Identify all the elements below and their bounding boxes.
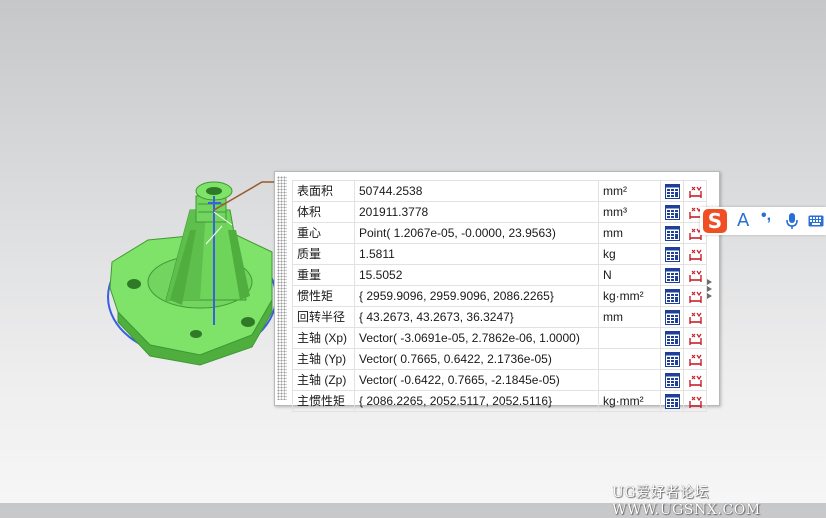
associative-measure-icon[interactable] <box>683 264 707 286</box>
sogou-logo-icon[interactable]: S <box>703 209 727 233</box>
mass-properties-panel: 表面积 50744.2538 mm² 体积 201911.3778 mm³ 重心 Point(… <box>274 171 720 412</box>
ime-language-toggle[interactable]: A <box>737 210 749 231</box>
keyboard-icon[interactable] <box>808 215 824 227</box>
associative-measure-icon[interactable] <box>683 306 707 328</box>
property-value: { 43.2673, 43.2673, 36.3247} <box>354 306 599 328</box>
ime-punctuation-toggle[interactable]: •, <box>761 207 771 225</box>
mass-properties-table: 表面积 50744.2538 mm² 体积 201911.3778 mm³ 重心 Point(… <box>292 180 707 412</box>
property-name: 体积 <box>292 201 355 223</box>
associative-measure-icon[interactable] <box>683 390 707 412</box>
property-name: 表面积 <box>292 180 355 202</box>
calculator-icon[interactable] <box>660 222 684 244</box>
property-row[interactable]: 体积 201911.3778 mm³ <box>292 201 707 223</box>
calculator-icon[interactable] <box>660 243 684 265</box>
property-row[interactable]: 主惯性矩{ 2086.2265, 2052.5117, 2052.5116} kg… <box>292 390 707 412</box>
property-value: Point( 1.2067e-05, -0.0000, 23.9563) <box>354 222 599 244</box>
panel-expand-arrows[interactable] <box>707 279 715 300</box>
property-value: Vector( -3.0691e-05, 2.7862e-06, 1.0000) <box>354 327 599 349</box>
property-value: { 2086.2265, 2052.5117, 2052.5116} <box>354 390 599 412</box>
property-name: 重心 <box>292 222 355 244</box>
property-value: 201911.3778 <box>354 201 599 223</box>
calculator-icon[interactable] <box>660 201 684 223</box>
property-unit[interactable]: mm <box>598 222 661 244</box>
property-name: 主轴 (Zp) <box>292 369 355 391</box>
hole-left <box>127 279 141 289</box>
property-value: 1.5811 <box>354 243 599 265</box>
associative-measure-icon[interactable] <box>683 180 707 202</box>
top-bore <box>206 187 222 195</box>
property-name: 主轴 (Xp) <box>292 327 355 349</box>
ime-toolbar: S A •, <box>700 207 826 235</box>
property-unit[interactable]: kg·mm² <box>598 285 661 307</box>
panel-drag-handle[interactable] <box>277 176 287 400</box>
property-row[interactable]: 主轴 (Xp) Vector( -3.0691e-05, 2.7862e-06, … <box>292 327 707 349</box>
associative-measure-icon[interactable] <box>683 243 707 265</box>
property-row[interactable]: 质量 1.5811 kg <box>292 243 707 265</box>
property-name: 主轴 (Yp) <box>292 348 355 370</box>
property-unit[interactable]: mm³ <box>598 201 661 223</box>
microphone-icon[interactable] <box>784 212 800 230</box>
property-row[interactable]: 主轴 (Yp) Vector( 0.7665, 0.6422, 2.1736e-0… <box>292 348 707 370</box>
property-name: 回转半径 <box>292 306 355 328</box>
associative-measure-icon[interactable] <box>683 327 707 349</box>
calculator-icon[interactable] <box>660 180 684 202</box>
calculator-icon[interactable] <box>660 264 684 286</box>
property-value: { 2959.9096, 2959.9096, 2086.2265} <box>354 285 599 307</box>
hole-right <box>241 317 255 327</box>
associative-measure-icon[interactable] <box>683 348 707 370</box>
property-name: 质量 <box>292 243 355 265</box>
calculator-icon[interactable] <box>660 306 684 328</box>
property-name: 重量 <box>292 264 355 286</box>
property-unit[interactable]: kg·mm² <box>598 390 661 412</box>
property-row[interactable]: 重心 Point( 1.2067e-05, -0.0000, 23.9563) mm <box>292 222 707 244</box>
calculator-icon[interactable] <box>660 369 684 391</box>
calculator-icon[interactable] <box>660 390 684 412</box>
associative-measure-icon[interactable] <box>683 285 707 307</box>
property-value: Vector( -0.6422, 0.7665, -2.1845e-05) <box>354 369 599 391</box>
property-name: 惯性矩 <box>292 285 355 307</box>
property-unit[interactable]: mm² <box>598 180 661 202</box>
associative-measure-icon[interactable] <box>683 369 707 391</box>
property-name: 主惯性矩 <box>292 390 355 412</box>
calculator-icon[interactable] <box>660 285 684 307</box>
property-unit[interactable] <box>598 369 661 391</box>
property-unit[interactable] <box>598 327 661 349</box>
property-row[interactable]: 回转半径{ 43.2673, 43.2673, 36.3247} mm <box>292 306 707 328</box>
property-unit[interactable]: kg <box>598 243 661 265</box>
property-row[interactable]: 主轴 (Zp) Vector( -0.6422, 0.7665, -2.1845e… <box>292 369 707 391</box>
property-value: Vector( 0.7665, 0.6422, 2.1736e-05) <box>354 348 599 370</box>
forum-watermark: UG爱好者论坛 WWW.UGSNX.COM <box>612 485 761 518</box>
property-unit[interactable] <box>598 348 661 370</box>
property-value: 15.5052 <box>354 264 599 286</box>
property-unit[interactable]: mm <box>598 306 661 328</box>
property-unit[interactable]: N <box>598 264 661 286</box>
property-row[interactable]: 重量 15.5052 N <box>292 264 707 286</box>
calculator-icon[interactable] <box>660 348 684 370</box>
property-row[interactable]: 惯性矩{ 2959.9096, 2959.9096, 2086.2265} kg·… <box>292 285 707 307</box>
property-value: 50744.2538 <box>354 180 599 202</box>
hole-bottom <box>190 330 202 338</box>
property-row[interactable]: 表面积 50744.2538 mm² <box>292 180 707 202</box>
calculator-icon[interactable] <box>660 327 684 349</box>
